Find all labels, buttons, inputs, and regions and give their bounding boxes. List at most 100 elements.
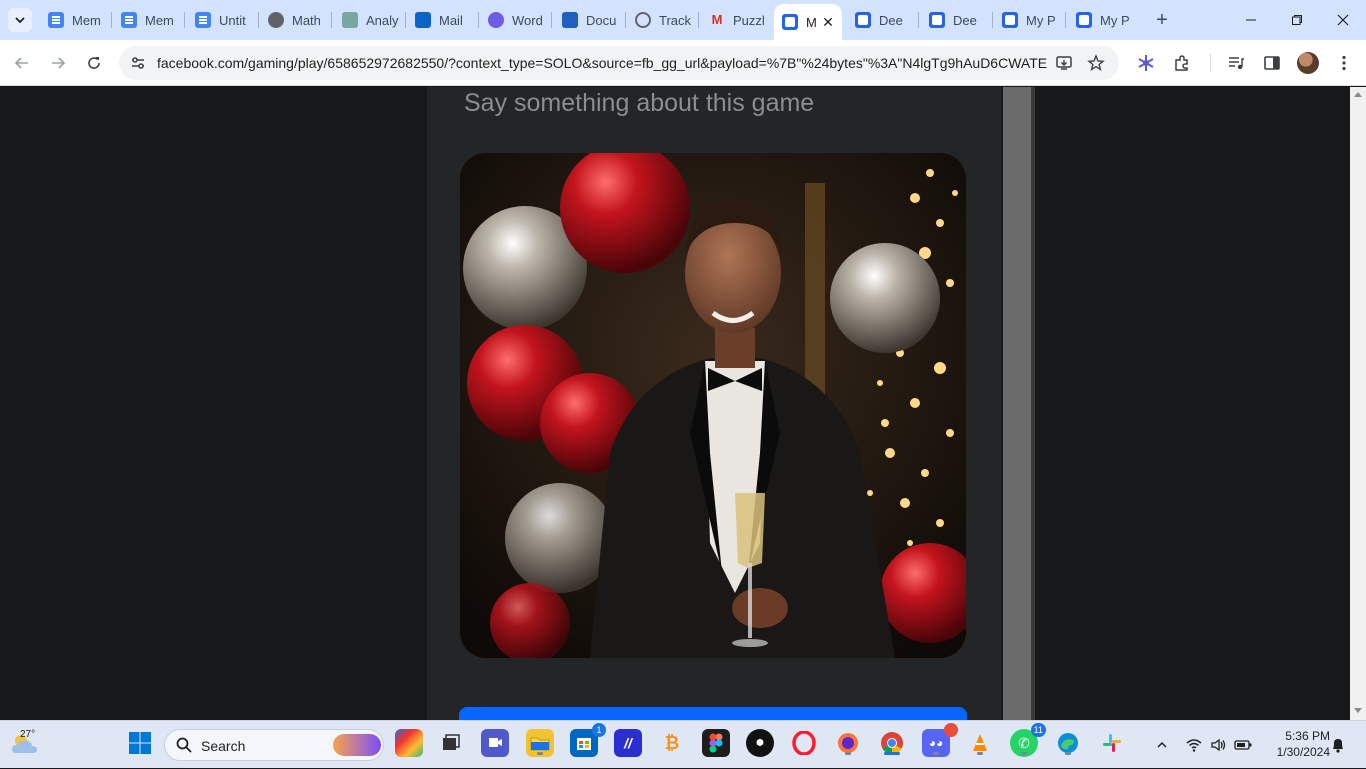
running-indicator — [1065, 752, 1071, 755]
tab[interactable]: My P — [1068, 6, 1134, 34]
vlc-app[interactable] — [966, 729, 994, 757]
wifi-button[interactable] — [1186, 721, 1204, 769]
show-hidden-icons-button[interactable] — [1156, 721, 1170, 769]
tab[interactable]: Math — [260, 6, 326, 34]
tab-separator — [184, 12, 185, 28]
bitcoin-app[interactable]: ₿ — [658, 729, 686, 757]
wordtune-icon — [488, 12, 504, 28]
bookmark-button[interactable] — [1085, 52, 1107, 74]
notifications-button[interactable] — [1330, 721, 1348, 769]
volume-button[interactable] — [1210, 721, 1228, 769]
restore-button[interactable] — [1274, 0, 1320, 40]
reload-button[interactable] — [82, 51, 106, 75]
analysis-icon — [342, 12, 358, 28]
arrow-right-icon — [52, 57, 66, 69]
snowflake-extension-icon — [1138, 55, 1154, 71]
more-vert-icon — [1342, 55, 1346, 71]
firefox-app[interactable] — [834, 729, 862, 757]
system-clock[interactable]: 5:36 PM 1/30/2024 — [1262, 728, 1330, 760]
tab[interactable]: Dee — [921, 6, 987, 34]
tab[interactable]: Untit — [187, 6, 253, 34]
extension-button[interactable] — [1134, 51, 1158, 75]
browser-toolbar: facebook.com/gaming/play/658652972682550… — [0, 40, 1366, 86]
taskbar-search[interactable]: Search — [164, 729, 384, 761]
figma-app[interactable] — [702, 729, 730, 757]
forward-button[interactable] — [46, 51, 70, 75]
vs-code-app[interactable]: // — [614, 729, 642, 757]
globe-icon — [268, 12, 284, 28]
battery-button[interactable] — [1234, 721, 1254, 769]
chevron-up-icon — [1157, 741, 1167, 748]
weather-temperature: 27° — [20, 729, 36, 740]
chrome-app[interactable] — [878, 729, 906, 757]
tab[interactable]: Mem — [113, 6, 179, 34]
tab-label: Word — [512, 12, 543, 28]
discord-app[interactable]: ◕◕ — [922, 723, 958, 757]
profile-avatar[interactable] — [1297, 52, 1319, 74]
discord-icon: ◕◕ — [928, 736, 944, 750]
tab-separator — [698, 12, 699, 28]
page-scrollbar[interactable] — [1350, 87, 1366, 720]
new-tab-button[interactable]: + — [1150, 8, 1174, 32]
deepl-icon — [929, 12, 945, 28]
whatsapp-icon: ✆ — [1018, 734, 1030, 751]
close-tab-icon[interactable]: ✕ — [820, 14, 836, 30]
url-text[interactable]: facebook.com/gaming/play/658652972682550… — [157, 55, 1047, 71]
play-button[interactable] — [459, 707, 967, 720]
page-content: Say something about this game — [0, 87, 1350, 720]
extensions-button[interactable] — [1170, 51, 1194, 75]
task-view-button[interactable] — [436, 729, 464, 757]
tab[interactable]: Docu — [554, 6, 620, 34]
github-app[interactable]: ● — [746, 729, 774, 757]
tab[interactable]: Mem — [40, 6, 106, 34]
tab-label: My P — [1100, 12, 1130, 28]
google-docs-icon — [121, 12, 137, 28]
copilot-app[interactable] — [395, 729, 423, 757]
tab[interactable]: Mail — [407, 6, 473, 34]
discord-badge — [944, 723, 958, 737]
whatsapp-app[interactable]: ✆ 11 — [1010, 723, 1046, 757]
back-button[interactable] — [10, 51, 34, 75]
dialog-scrollbar-thumb[interactable] — [1003, 87, 1031, 720]
word-icon — [562, 12, 578, 28]
running-indicator — [933, 752, 939, 755]
slack-app[interactable] — [1098, 729, 1126, 757]
store-badge: 1 — [592, 723, 606, 737]
start-button[interactable] — [126, 729, 154, 757]
deepl-icon — [1002, 12, 1018, 28]
running-indicator — [845, 752, 851, 755]
tab-active[interactable]: M ✕ — [774, 4, 842, 40]
tab-separator — [111, 12, 112, 28]
tab-label: Mail — [439, 12, 463, 28]
tab[interactable]: Dee — [847, 6, 913, 34]
outlook-icon — [415, 12, 431, 28]
install-app-button[interactable] — [1053, 52, 1075, 74]
tab[interactable]: Track — [627, 6, 693, 34]
windows-taskbar: 27° Search 1 // ₿ ● ◕◕ ✆ 11 5:36 PM 1/30… — [0, 720, 1366, 768]
tab[interactable]: Analy — [334, 6, 400, 34]
tab-search-button[interactable] — [8, 8, 32, 32]
microsoft-store-app[interactable]: 1 — [570, 723, 606, 757]
reload-icon — [88, 57, 100, 69]
tab[interactable]: M Puzzl — [701, 6, 767, 34]
scroll-down-arrow-icon[interactable] — [1354, 708, 1362, 713]
file-explorer-app[interactable] — [526, 729, 554, 757]
close-window-button[interactable] — [1320, 0, 1366, 40]
folder-icon — [530, 737, 550, 751]
opera-app[interactable] — [790, 729, 818, 757]
media-control-button[interactable] — [1224, 51, 1248, 75]
scroll-up-arrow-icon[interactable] — [1354, 92, 1362, 97]
comment-input[interactable]: Say something about this game — [464, 89, 814, 118]
battery-icon — [1234, 740, 1252, 750]
tab-label: Track — [659, 12, 692, 28]
site-info-button[interactable] — [127, 52, 149, 74]
video-chat-icon — [489, 738, 502, 747]
tab[interactable]: My P — [994, 6, 1060, 34]
address-bar[interactable]: facebook.com/gaming/play/658652972682550… — [119, 46, 1119, 80]
teams-meet-app[interactable] — [481, 729, 509, 757]
chrome-menu-button[interactable] — [1332, 51, 1356, 75]
side-panel-button[interactable] — [1260, 51, 1284, 75]
tab[interactable]: Word — [480, 6, 546, 34]
minimize-button[interactable] — [1228, 0, 1274, 40]
edge-app[interactable] — [1054, 729, 1082, 757]
